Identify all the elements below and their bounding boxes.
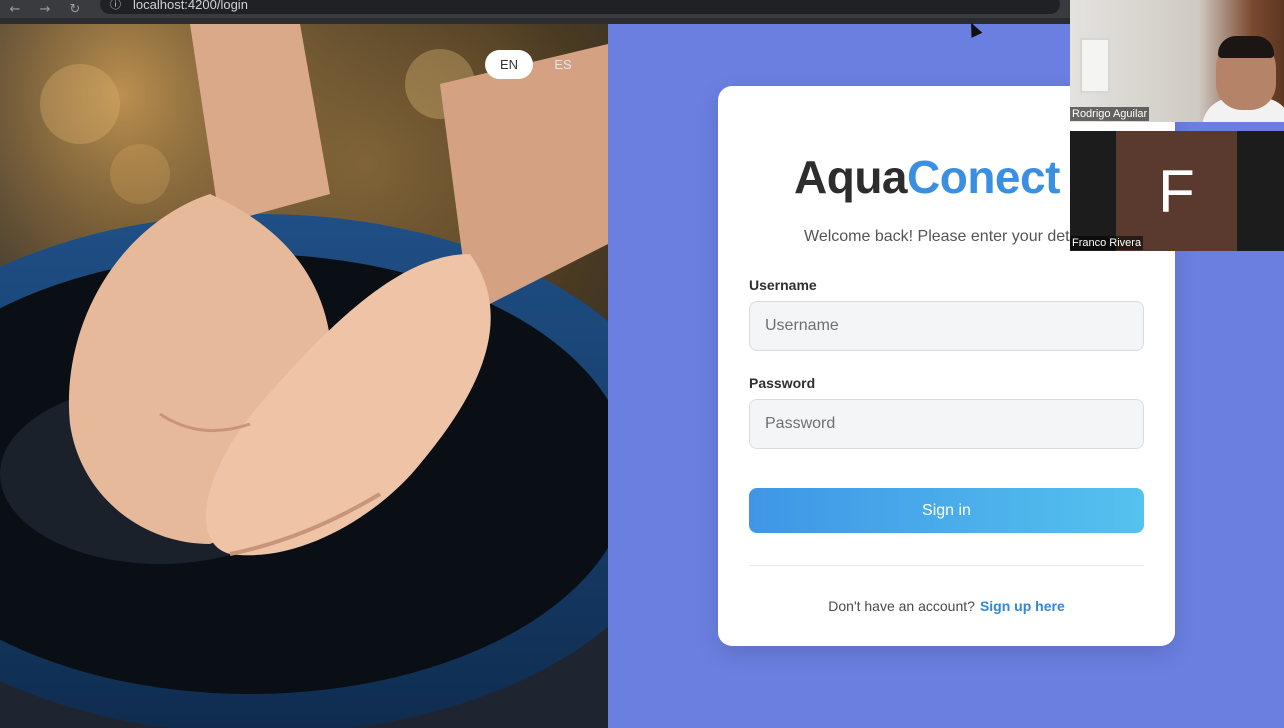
language-option-es[interactable]: ES	[543, 50, 583, 79]
hands-water-illustration	[0, 24, 608, 728]
username-input[interactable]	[749, 301, 1144, 351]
language-option-en[interactable]: EN	[485, 50, 533, 79]
participant-name-tag: Franco Rivera	[1070, 236, 1144, 250]
language-switch: EN ES	[485, 50, 583, 79]
password-label: Password	[749, 375, 816, 391]
video-window	[1080, 38, 1110, 93]
signup-row: Don't have an account? Sign up here	[718, 598, 1175, 614]
welcome-subtitle: Welcome back! Please enter your deta	[804, 228, 1079, 245]
video-tile-participant-2[interactable]: F Franco Rivera	[1070, 131, 1284, 251]
url-text[interactable]: localhost:4200/login	[133, 0, 248, 12]
arrow-right-icon[interactable]: →	[30, 2, 60, 17]
address-bar[interactable]: ⓘ localhost:4200/login	[100, 0, 1060, 14]
info-icon[interactable]: ⓘ	[110, 0, 121, 12]
password-input[interactable]	[749, 399, 1144, 449]
brand-logo-part-1: Aqua	[794, 151, 908, 203]
signup-link[interactable]: Sign up here	[980, 598, 1065, 614]
sign-in-button[interactable]: Sign in	[749, 488, 1144, 533]
username-label: Username	[749, 277, 817, 293]
brand-logo: AquaConect	[794, 150, 1060, 204]
browser-nav-bar: ← → ↻ ⓘ localhost:4200/login	[0, 0, 1070, 18]
participant-hair	[1218, 36, 1274, 58]
video-tile-participant-1[interactable]: Rodrigo Aguilar	[1070, 0, 1284, 122]
signup-prompt: Don't have an account?	[828, 598, 975, 614]
card-divider	[749, 565, 1144, 566]
reload-icon[interactable]: ↻	[60, 2, 90, 17]
participant-name-tag: Rodrigo Aguilar	[1070, 107, 1150, 121]
brand-logo-part-2: Conect	[907, 151, 1060, 203]
arrow-left-icon[interactable]: ←	[0, 2, 30, 17]
hero-image: EN ES	[0, 24, 608, 728]
avatar: F	[1116, 131, 1237, 251]
